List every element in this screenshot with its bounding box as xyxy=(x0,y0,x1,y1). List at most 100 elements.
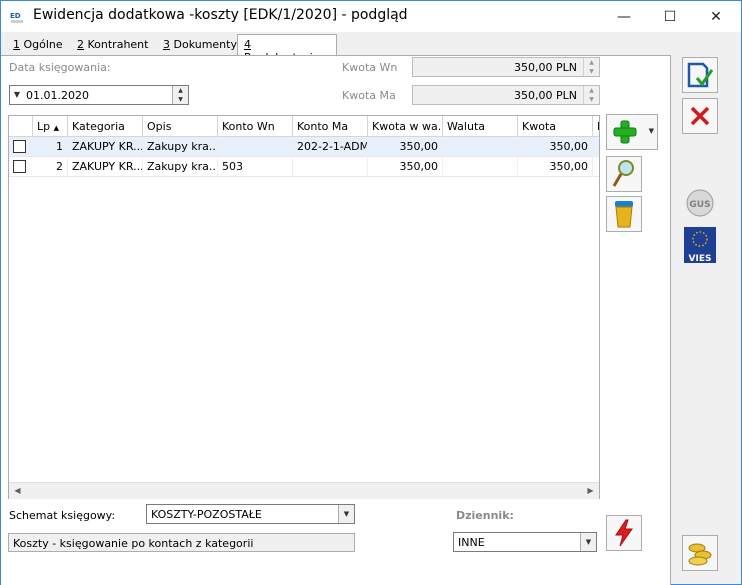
gus-button[interactable]: GUS xyxy=(682,185,718,221)
spin-down-icon[interactable]: ▼ xyxy=(173,95,188,104)
eu-flag-icon: VIES xyxy=(684,227,716,264)
coins-button[interactable] xyxy=(682,535,718,571)
tab-kontrahent[interactable]: 2 Kontrahent xyxy=(71,36,154,55)
cell-konto-wn xyxy=(218,137,293,157)
cell-opis: Zakupy kra... xyxy=(143,157,218,177)
preview-button[interactable] xyxy=(606,156,642,192)
column-header-opis[interactable]: Opis xyxy=(143,116,218,137)
cell-opis: Zakupy kra... xyxy=(143,137,218,157)
tab-strip: 1 Ogólne 2 Kontrahent 3 Dokumenty 4 Pred… xyxy=(1,34,671,64)
cell-kategoria: ZAKUPY KR... xyxy=(68,157,143,177)
schemat-description: Koszty - księgowanie po kontach z katego… xyxy=(8,533,355,552)
schemat-ksiegowy-select[interactable]: KOSZTY-POZOSTAŁE ▼ xyxy=(146,504,355,524)
horizontal-scrollbar[interactable]: ◀ ▶ xyxy=(9,482,599,499)
svg-text:GUS: GUS xyxy=(689,200,710,210)
tab-dokumenty-hotkey: 3 xyxy=(163,38,170,51)
tab-predekretacja-hotkey: 4 xyxy=(244,38,251,51)
cell-lp: 1 xyxy=(33,137,68,157)
spin-up-icon: ▲ xyxy=(589,59,594,66)
table-row[interactable]: 2 ZAKUPY KR... Zakupy kra... 503 350,00 … xyxy=(9,157,599,177)
save-check-icon xyxy=(687,62,714,88)
app-icon: ED xyxy=(9,9,25,25)
spin-up-icon[interactable]: ▲ xyxy=(173,86,188,95)
data-ksiegowania-field[interactable]: ▼ 01.01.2020 ▲ ▼ xyxy=(9,85,189,105)
kwota-ma-field: 350,00 PLN ▲ ▼ xyxy=(412,85,600,105)
cell-kwota: 350,00 xyxy=(518,137,593,157)
column-header-konto-wn[interactable]: Konto Wn xyxy=(218,116,293,137)
cell-konto-wn: 503 xyxy=(218,157,293,177)
save-button[interactable] xyxy=(682,57,718,93)
column-header-lp[interactable]: Lp ▲ xyxy=(33,116,68,137)
minimize-button[interactable]: — xyxy=(601,1,647,32)
cell-konto-ma xyxy=(293,157,368,177)
tab-ogolne-hotkey: 1 xyxy=(13,38,20,51)
column-header-waluta[interactable]: Waluta xyxy=(443,116,518,137)
tab-ogolne-label: Ogólne xyxy=(20,38,63,51)
column-header-konto-ma[interactable]: Konto Ma xyxy=(293,116,368,137)
tab-ogolne[interactable]: 1 Ogólne xyxy=(7,36,69,55)
sort-ascending-icon: ▲ xyxy=(53,124,60,132)
kwota-wn-spinner: ▲ ▼ xyxy=(583,58,599,76)
close-button[interactable]: ✕ xyxy=(693,1,739,32)
column-header-kwota-w-walucie[interactable]: Kwota w wa... xyxy=(368,116,443,137)
cell-kwota-w-walucie: 350,00 xyxy=(368,157,443,177)
spin-up-icon: ▲ xyxy=(589,87,594,94)
kwota-ma-label: Kwota Ma xyxy=(342,89,396,102)
kwota-wn-label: Kwota Wn xyxy=(342,61,398,74)
tab-dokumenty[interactable]: 3 Dokumenty xyxy=(157,36,243,55)
scroll-right-icon[interactable]: ▶ xyxy=(582,483,599,499)
chevron-down-icon[interactable]: ▼ xyxy=(580,533,596,551)
column-header-select[interactable] xyxy=(9,116,33,137)
dziennik-select[interactable]: INNE ▼ xyxy=(453,532,597,552)
column-header-f[interactable]: F xyxy=(593,116,599,137)
cell-konto-ma: 202-2-1-ADM xyxy=(293,137,368,157)
cell-kategoria: ZAKUPY KR... xyxy=(68,137,143,157)
chevron-down-icon[interactable]: ▼ xyxy=(338,505,354,523)
coins-icon xyxy=(688,543,712,566)
chevron-down-icon[interactable]: ▼ xyxy=(649,127,654,135)
svg-text:VIES: VIES xyxy=(689,254,712,264)
cancel-button[interactable] xyxy=(682,98,718,134)
row-checkbox[interactable] xyxy=(13,160,26,173)
kwota-ma-spinner: ▲ ▼ xyxy=(583,86,599,104)
column-header-kategoria[interactable]: Kategoria xyxy=(68,116,143,137)
maximize-icon: ☐ xyxy=(663,8,677,25)
kwota-wn-field: 350,00 PLN ▲ ▼ xyxy=(412,57,600,77)
vies-button[interactable]: VIES xyxy=(682,227,718,264)
minimize-icon: — xyxy=(617,8,631,25)
calendar-dropdown-icon[interactable]: ▼ xyxy=(10,86,24,104)
lightning-icon xyxy=(615,519,633,547)
close-icon: ✕ xyxy=(710,8,722,25)
add-button[interactable]: ▼ xyxy=(606,114,658,150)
tab-dokumenty-label: Dokumenty xyxy=(170,38,237,51)
title-bar: ED Ewidencja dodatkowa -koszty [EDK/1/20… xyxy=(1,1,741,32)
dialog-window: ED Ewidencja dodatkowa -koszty [EDK/1/20… xyxy=(0,0,742,585)
kwota-wn-value: 350,00 PLN xyxy=(514,61,577,74)
spin-down-icon: ▼ xyxy=(589,96,594,103)
maximize-button[interactable]: ☐ xyxy=(647,1,693,32)
schemat-ksiegowy-value: KOSZTY-POZOSTAŁE xyxy=(151,508,262,521)
table-row[interactable]: 1 ZAKUPY KR... Zakupy kra... 202-2-1-ADM… xyxy=(9,137,599,157)
date-spinner[interactable]: ▲ ▼ xyxy=(172,86,188,104)
tab-kontrahent-hotkey: 2 xyxy=(77,38,84,51)
cell-kwota-w-walucie: 350,00 xyxy=(368,137,443,157)
predekretacja-grid[interactable]: Lp ▲ Kategoria Opis Konto Wn Konto Ma Kw… xyxy=(8,115,600,499)
delete-button[interactable] xyxy=(606,196,642,232)
svg-text:ED: ED xyxy=(10,12,21,20)
window-title: Ewidencja dodatkowa -koszty [EDK/1/2020]… xyxy=(33,7,408,23)
tab-predekretacja[interactable]: 4 Predekretacja xyxy=(237,34,337,64)
scroll-left-icon[interactable]: ◀ xyxy=(9,483,26,499)
tab-kontrahent-label: Kontrahent xyxy=(84,38,149,51)
magnifier-icon xyxy=(612,160,634,187)
ksieguj-button[interactable] xyxy=(606,515,642,551)
cell-lp: 2 xyxy=(33,157,68,177)
row-checkbox[interactable] xyxy=(13,140,26,153)
data-ksiegowania-value: 01.01.2020 xyxy=(26,89,89,102)
spin-down-icon: ▼ xyxy=(589,68,594,75)
schemat-ksiegowy-label: Schemat księgowy: xyxy=(9,509,116,522)
dziennik-label: Dziennik: xyxy=(456,509,514,522)
grid-header: Lp ▲ Kategoria Opis Konto Wn Konto Ma Kw… xyxy=(9,116,599,137)
column-header-kwota[interactable]: Kwota xyxy=(518,116,593,137)
plus-icon xyxy=(613,120,637,144)
trash-bin-icon xyxy=(615,201,633,228)
